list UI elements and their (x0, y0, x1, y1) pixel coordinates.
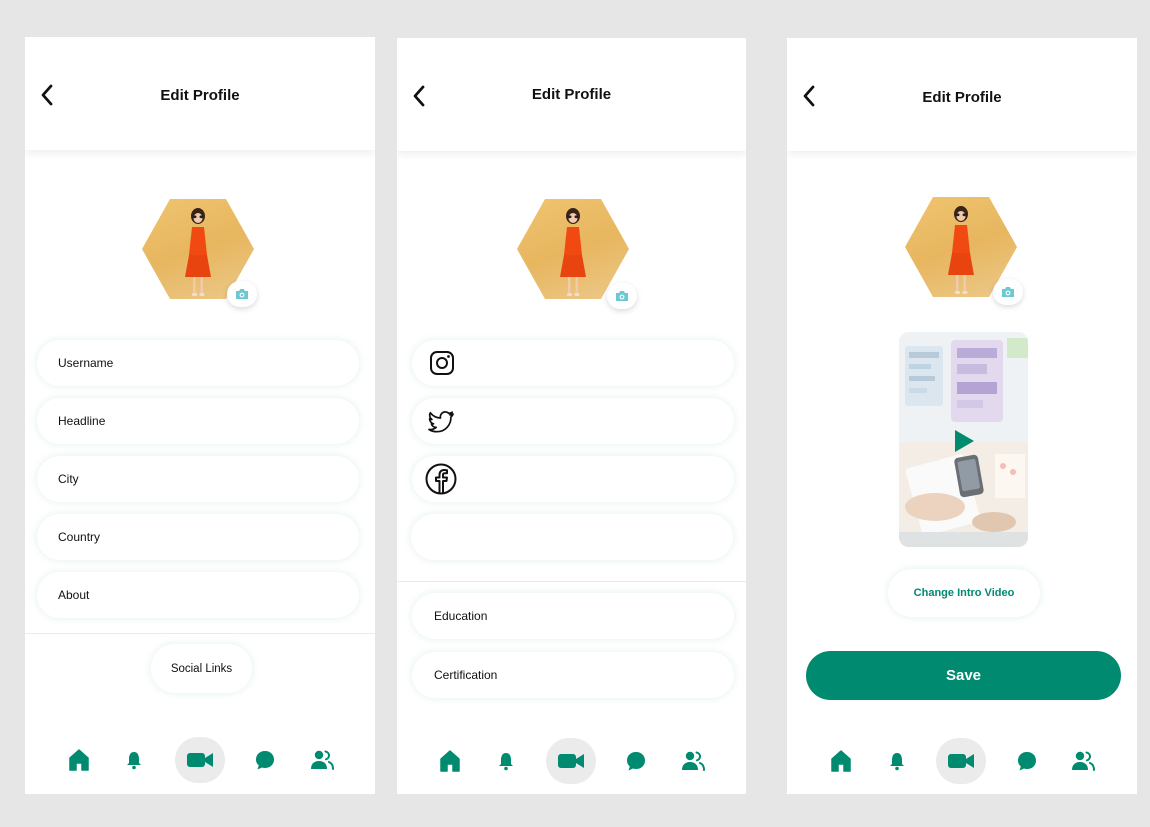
page-title: Edit Profile (531, 86, 612, 103)
person-photo (946, 205, 976, 297)
nav-notifications[interactable] (874, 738, 920, 784)
nav-video[interactable] (546, 738, 596, 784)
twitter-icon (428, 407, 456, 435)
username-field[interactable]: Username (37, 340, 359, 386)
users-icon (1070, 750, 1096, 772)
country-field[interactable]: Country (37, 514, 359, 560)
certification-field[interactable]: Certification (412, 652, 734, 698)
chat-icon (625, 750, 647, 772)
profile-avatar[interactable] (142, 199, 262, 309)
video-icon (947, 751, 975, 771)
nav-notifications[interactable] (483, 738, 529, 784)
header: Edit Profile (397, 38, 746, 151)
bottom-nav (787, 738, 1137, 784)
change-photo-button[interactable] (607, 283, 637, 309)
nav-home[interactable] (56, 737, 102, 783)
edit-profile-screen-social: Edit Profile Education Certification (397, 38, 746, 794)
bottom-nav (397, 738, 746, 784)
bell-icon (888, 751, 906, 771)
bell-icon (497, 751, 515, 771)
video-icon (186, 750, 214, 770)
edit-profile-screen-basic: Edit Profile Username Headline City Coun… (25, 37, 375, 794)
nav-chat[interactable] (613, 738, 659, 784)
divider (397, 581, 746, 582)
about-field[interactable]: About (37, 572, 359, 618)
camera-icon (1001, 286, 1015, 298)
nav-users[interactable] (1060, 738, 1106, 784)
divider (25, 633, 375, 634)
home-icon (68, 748, 90, 772)
page-title: Edit Profile (922, 89, 1002, 106)
camera-icon (615, 290, 629, 302)
chat-icon (1016, 750, 1038, 772)
facebook-icon (425, 463, 457, 495)
nav-video[interactable] (175, 737, 225, 783)
camera-icon (235, 288, 249, 300)
person-photo (558, 207, 588, 299)
social-links-button[interactable]: Social Links (151, 644, 252, 693)
nav-chat[interactable] (242, 737, 288, 783)
edit-profile-screen-video: Edit Profile Change Intro Video Save (787, 38, 1137, 794)
person-photo (183, 207, 213, 299)
nav-home[interactable] (818, 738, 864, 784)
city-field[interactable]: City (37, 456, 359, 502)
nav-notifications[interactable] (111, 737, 157, 783)
bottom-nav (25, 737, 375, 783)
instagram-icon (428, 349, 456, 377)
nav-chat[interactable] (1004, 738, 1050, 784)
instagram-field[interactable] (412, 340, 734, 386)
users-icon (309, 749, 335, 771)
nav-users[interactable] (670, 738, 716, 784)
header: Edit Profile (25, 37, 375, 150)
profile-avatar[interactable] (905, 197, 1025, 307)
change-intro-video-button[interactable]: Change Intro Video (888, 569, 1040, 617)
intro-video-thumbnail[interactable] (899, 332, 1028, 547)
facebook-field[interactable] (412, 456, 734, 502)
chat-icon (254, 749, 276, 771)
home-icon (830, 749, 852, 773)
twitter-field[interactable] (412, 398, 734, 444)
nav-home[interactable] (427, 738, 473, 784)
change-photo-button[interactable] (227, 281, 257, 307)
change-photo-button[interactable] (993, 279, 1023, 305)
headline-field[interactable]: Headline (37, 398, 359, 444)
video-icon (557, 751, 585, 771)
social-link-field-empty[interactable] (411, 514, 733, 560)
page-title: Edit Profile (160, 87, 240, 104)
education-field[interactable]: Education (412, 593, 734, 639)
home-icon (439, 749, 461, 773)
bell-icon (125, 750, 143, 770)
profile-avatar[interactable] (517, 199, 637, 309)
users-icon (680, 750, 706, 772)
play-icon[interactable] (953, 429, 975, 453)
header: Edit Profile (787, 38, 1137, 151)
nav-users[interactable] (299, 737, 345, 783)
nav-video[interactable] (936, 738, 986, 784)
save-button[interactable]: Save (806, 651, 1121, 700)
